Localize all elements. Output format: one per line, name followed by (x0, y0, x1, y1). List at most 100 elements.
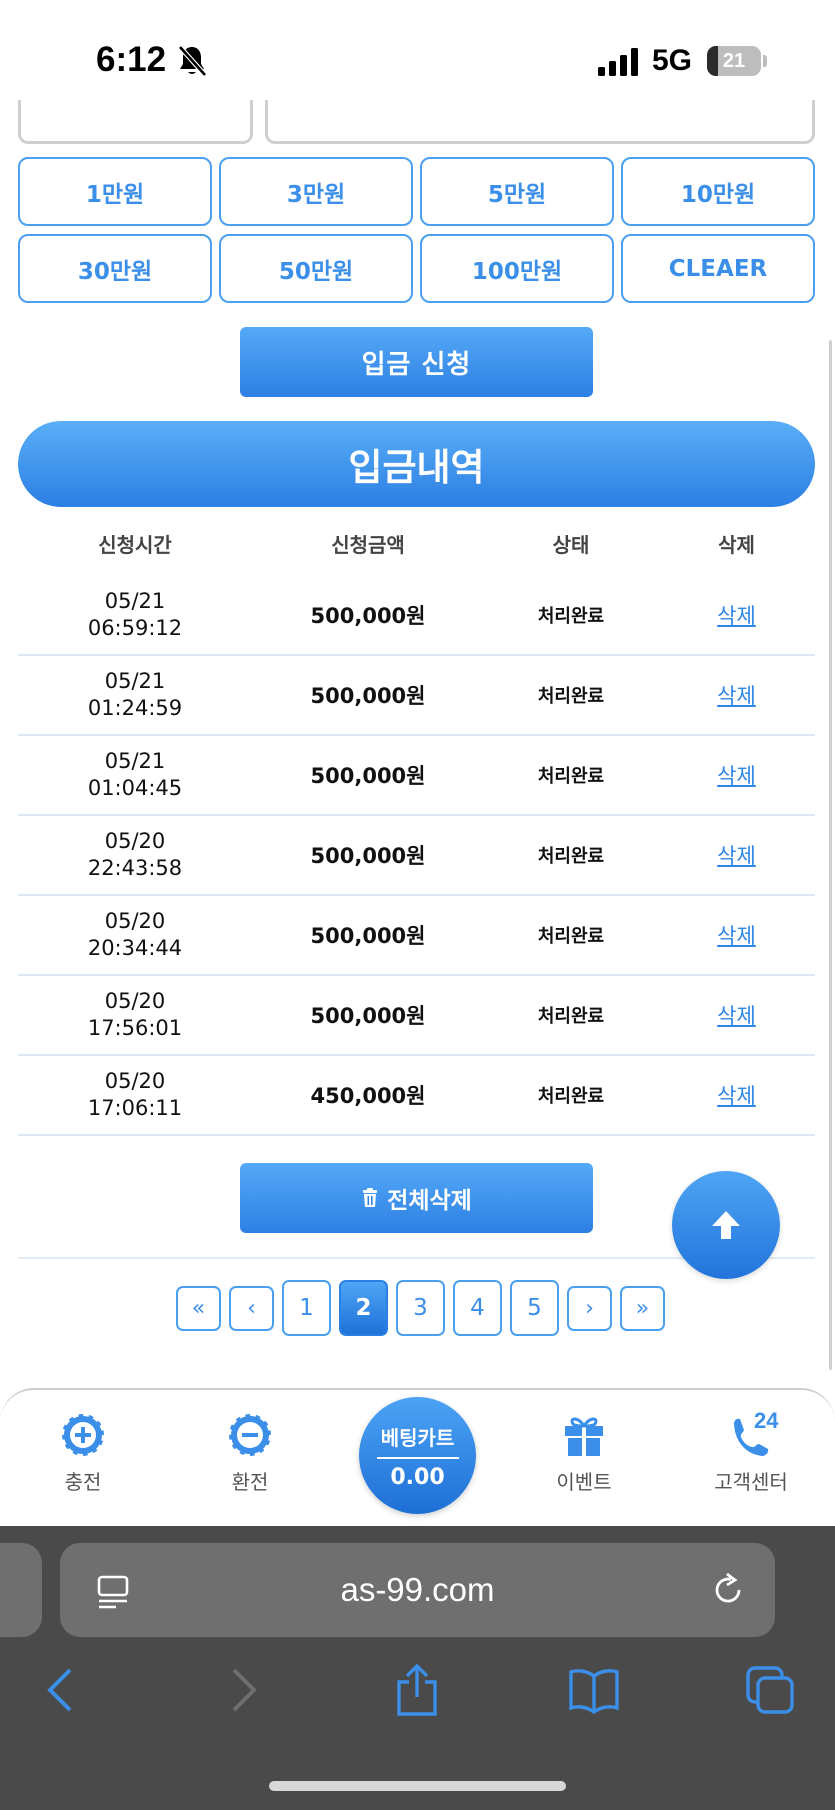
status-text: 처리완료 (537, 926, 605, 947)
delete-all-label: 전체삭제 (387, 1188, 472, 1214)
deposit-history-title: 입금내역 (18, 421, 815, 507)
bell-slash-icon (178, 45, 207, 77)
amount-button-10k[interactable]: 1만원 (18, 157, 212, 226)
table-row: 05/21 06:59:12 500,000원 처리완료 삭제 (18, 576, 815, 656)
browser-toolbar: as-99.com (0, 1526, 835, 1810)
partial-field-left[interactable] (18, 100, 253, 144)
trash-icon (363, 1188, 378, 1207)
delete-link[interactable]: 삭제 (717, 924, 756, 948)
delete-link[interactable]: 삭제 (717, 604, 756, 628)
pagination: « ‹ 1 2 3 4 5 › » (176, 1280, 665, 1336)
page-last-button[interactable]: » (620, 1285, 665, 1331)
status-time: 6:12 (96, 40, 167, 79)
request-amount: 500,000원 (310, 1004, 426, 1028)
plus-chip-icon (60, 1412, 106, 1458)
table-row: 05/21 01:24:59 500,000원 처리완료 삭제 (18, 656, 815, 736)
previous-tab-preview[interactable] (0, 1543, 42, 1637)
request-date: 05/20 (104, 1069, 166, 1093)
nav-support-label: 고객센터 (714, 1470, 788, 1494)
home-indicator[interactable] (269, 1781, 566, 1791)
bet-cart-button[interactable]: 베팅카트 0.00 (359, 1397, 476, 1514)
table-header: 신청시간 신청금액 상태 삭제 (18, 510, 815, 576)
status-text: 처리완료 (537, 606, 605, 627)
request-date: 05/21 (104, 669, 166, 693)
signal-icon (598, 48, 638, 76)
table-row: 05/20 17:56:01 500,000원 처리완료 삭제 (18, 976, 815, 1056)
bet-cart-label: 베팅카트 (380, 1426, 455, 1450)
bet-cart-value: 0.00 (390, 1465, 445, 1490)
clear-button[interactable]: CLEAER (621, 234, 815, 303)
page-next-button[interactable]: › (567, 1285, 612, 1331)
battery-percent: 21 (722, 50, 746, 72)
header-status: 상태 (552, 532, 590, 557)
url-text: as-99.com (340, 1571, 495, 1608)
delete-link[interactable]: 삭제 (717, 1004, 756, 1028)
amount-button-100k[interactable]: 10만원 (621, 157, 815, 226)
header-delete: 삭제 (718, 532, 755, 557)
deposit-apply-button[interactable]: 입금 신청 (240, 327, 593, 397)
delete-link[interactable]: 삭제 (717, 764, 756, 788)
table-row: 05/20 20:34:44 500,000원 처리완료 삭제 (18, 896, 815, 976)
amount-buttons: 1만원 3만원 5만원 10만원 30만원 50만원 100만원 CLEAER (18, 157, 815, 303)
page-button-2[interactable]: 2 (339, 1280, 388, 1336)
delete-link[interactable]: 삭제 (717, 684, 756, 708)
request-date: 05/20 (104, 989, 166, 1013)
request-clock: 17:06:11 (87, 1096, 183, 1120)
status-text: 처리완료 (537, 1086, 605, 1107)
page-scrollbar[interactable] (829, 340, 832, 1370)
request-clock: 01:24:59 (87, 696, 183, 720)
delete-all-button[interactable]: 전체삭제 (240, 1163, 593, 1233)
battery-cap (763, 55, 767, 67)
tabs-icon[interactable] (744, 1664, 796, 1716)
nav-event[interactable]: 이벤트 (524, 1412, 644, 1495)
request-date: 05/20 (104, 829, 166, 853)
request-date: 05/21 (104, 589, 166, 613)
page-button-4[interactable]: 4 (453, 1280, 502, 1336)
scroll-to-top-button[interactable] (672, 1171, 780, 1279)
bookmarks-icon[interactable] (568, 1664, 620, 1716)
request-clock: 22:43:58 (87, 856, 183, 880)
amount-button-300k[interactable]: 30만원 (18, 234, 212, 303)
nav-support[interactable]: 24 고객센터 (691, 1408, 811, 1495)
request-time: 05/20 20:34:44 (18, 908, 252, 962)
request-amount: 500,000원 (310, 924, 426, 948)
support-badge: 24 (754, 1408, 779, 1433)
request-date: 05/21 (104, 749, 166, 773)
reload-icon[interactable] (709, 1571, 747, 1609)
header-time: 신청시간 (98, 532, 172, 557)
amount-button-30k[interactable]: 3만원 (219, 157, 413, 226)
deposit-history-table: 신청시간 신청금액 상태 삭제 05/21 06:59:12 500,000원 처… (18, 510, 815, 1136)
nav-exchange[interactable]: 환전 (190, 1412, 310, 1495)
page-button-5[interactable]: 5 (510, 1280, 559, 1336)
forward-icon[interactable] (216, 1664, 268, 1716)
page-button-1[interactable]: 1 (282, 1280, 331, 1336)
partial-field-right[interactable] (265, 100, 815, 144)
arrow-up-icon (712, 1211, 740, 1239)
status-text: 처리완료 (537, 686, 605, 707)
bet-cart-divider (376, 1457, 459, 1459)
amount-button-1m[interactable]: 100만원 (420, 234, 614, 303)
request-time: 05/20 17:56:01 (18, 988, 252, 1042)
back-icon[interactable] (36, 1664, 88, 1716)
nav-event-label: 이벤트 (556, 1470, 612, 1494)
request-date: 05/20 (104, 909, 166, 933)
request-time: 05/21 01:04:45 (18, 748, 252, 802)
minus-chip-icon (227, 1412, 273, 1458)
nav-charge[interactable]: 충전 (23, 1412, 143, 1495)
network-label: 5G (652, 44, 693, 77)
amount-button-500k[interactable]: 50만원 (219, 234, 413, 303)
request-clock: 01:04:45 (87, 776, 183, 800)
delete-link[interactable]: 삭제 (717, 1084, 756, 1108)
page-prev-button[interactable]: ‹ (229, 1285, 274, 1331)
page-first-button[interactable]: « (176, 1285, 221, 1331)
header-amount: 신청금액 (331, 532, 405, 557)
request-clock: 06:59:12 (87, 616, 183, 640)
share-icon[interactable] (391, 1664, 443, 1716)
status-text: 처리완료 (537, 846, 605, 867)
request-time: 05/20 22:43:58 (18, 828, 252, 882)
delete-link[interactable]: 삭제 (717, 844, 756, 868)
amount-button-50k[interactable]: 5만원 (420, 157, 614, 226)
table-row: 05/20 22:43:58 500,000원 처리완료 삭제 (18, 816, 815, 896)
page-button-3[interactable]: 3 (396, 1280, 445, 1336)
address-bar[interactable]: as-99.com (60, 1543, 775, 1637)
